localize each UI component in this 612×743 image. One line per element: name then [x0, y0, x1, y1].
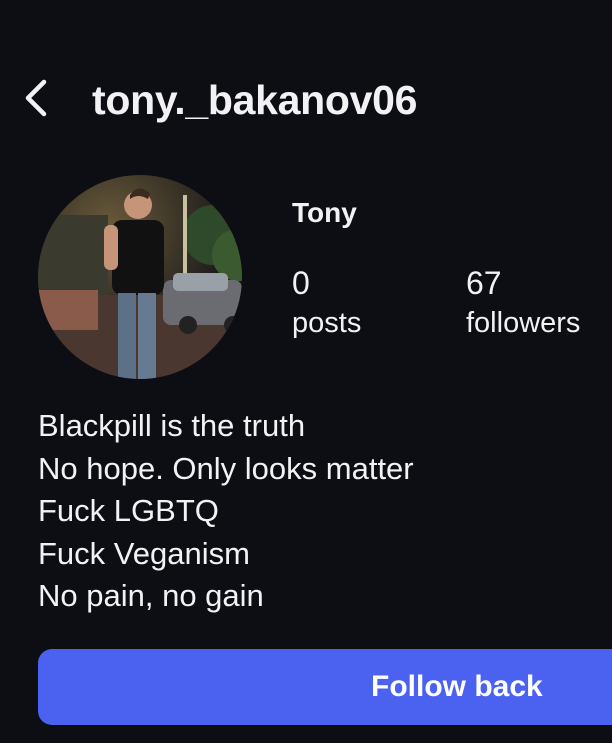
followers-label: followers	[466, 307, 581, 339]
display-name: Tony	[292, 197, 357, 228]
avatar[interactable]	[38, 175, 242, 379]
bio-line: Blackpill is the truth	[38, 408, 306, 443]
posts-label: posts	[292, 307, 362, 339]
bio-line: No hope. Only looks matter	[38, 450, 414, 486]
posts-count[interactable]: 0 posts	[292, 263, 361, 341]
bio-line: No pain, no gain	[38, 578, 264, 613]
followers-count[interactable]: 67 followers	[466, 263, 580, 341]
followers-number: 67	[466, 265, 502, 301]
posts-number: 0	[292, 265, 310, 301]
follow-back-label: Follow back	[371, 670, 543, 703]
profile-header: tony._bakanov06	[0, 62, 612, 142]
follow-back-button[interactable]: Follow back	[38, 649, 612, 725]
bio-line: Fuck LGBTQ	[38, 493, 219, 528]
profile-username: tony._bakanov06	[92, 77, 418, 123]
chevron-left-icon	[25, 79, 47, 117]
back-button[interactable]	[14, 76, 58, 120]
bio-line: Fuck Veganism	[38, 535, 250, 571]
profile-photo	[38, 175, 242, 379]
bio: Blackpill is the truth No hope. Only loo…	[38, 405, 598, 618]
